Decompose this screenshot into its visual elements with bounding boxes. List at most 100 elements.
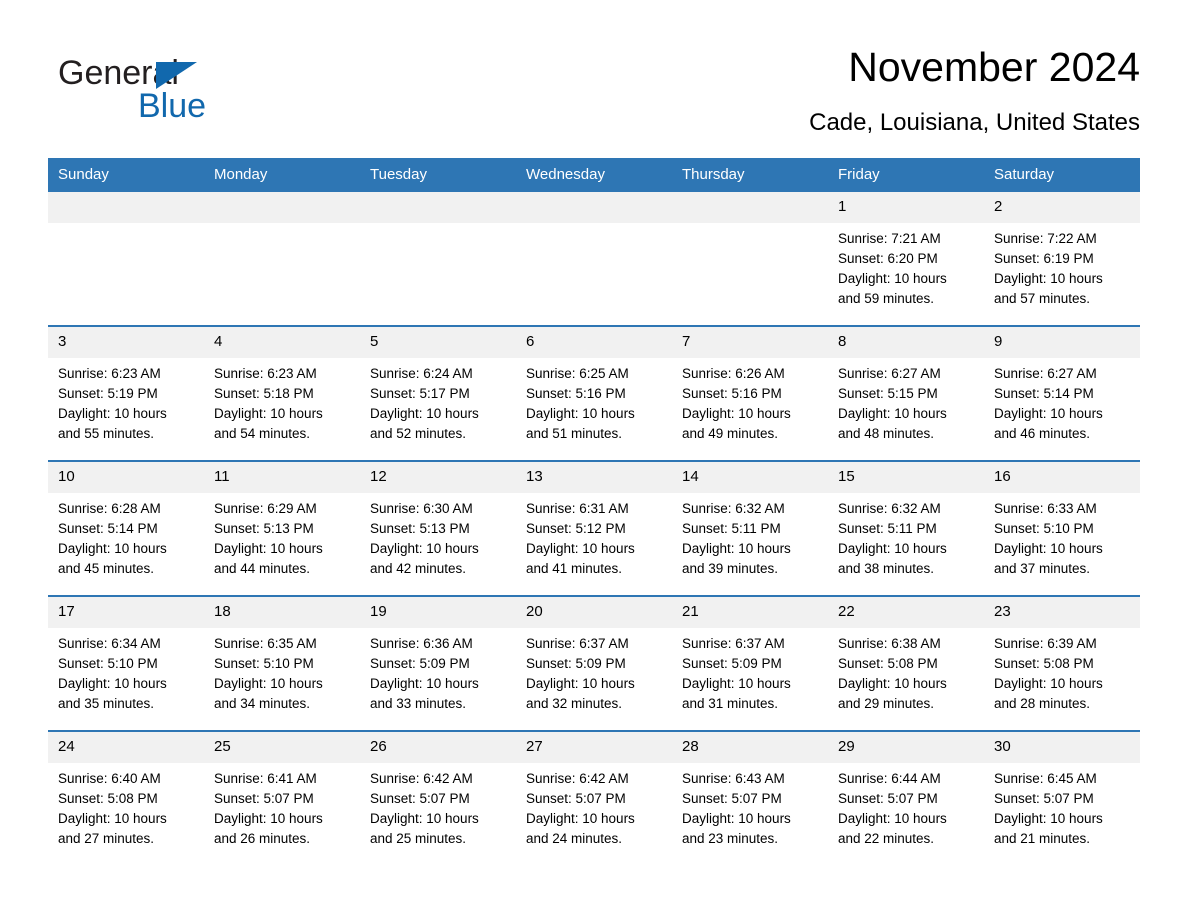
day-number: 29 xyxy=(828,732,984,763)
calendar-day-cell[interactable]: 18 Sunrise: 6:35 AM Sunset: 5:10 PM Dayligh… xyxy=(204,595,360,731)
sunset-text: Sunset: 5:17 PM xyxy=(370,386,470,401)
day-number: 13 xyxy=(516,462,672,493)
sunrise-text: Sunrise: 6:31 AM xyxy=(526,501,629,516)
daylight-text-line2: and 38 minutes. xyxy=(838,561,935,576)
daylight-text-line2: and 49 minutes. xyxy=(682,426,779,441)
daylight-text-line1: Daylight: 10 hours xyxy=(58,406,167,421)
calendar-day-cell[interactable]: 8 Sunrise: 6:27 AM Sunset: 5:15 PM Daylight… xyxy=(828,325,984,461)
calendar-day-cell[interactable]: 23 Sunrise: 6:39 AM Sunset: 5:08 PM Dayligh… xyxy=(984,595,1140,731)
calendar-day-cell-empty xyxy=(360,192,516,326)
daylight-text-line1: Daylight: 10 hours xyxy=(526,676,635,691)
calendar-day-cell[interactable]: 6 Sunrise: 6:25 AM Sunset: 5:16 PM Daylight… xyxy=(516,325,672,461)
daylight-text-line2: and 41 minutes. xyxy=(526,561,623,576)
sunrise-text: Sunrise: 6:29 AM xyxy=(214,501,317,516)
calendar-day-cell[interactable]: 30 Sunrise: 6:45 AM Sunset: 5:07 PM Dayligh… xyxy=(984,730,1140,865)
calendar-day-cell[interactable]: 12 Sunrise: 6:30 AM Sunset: 5:13 PM Dayligh… xyxy=(360,460,516,596)
calendar-day-cell[interactable]: 28 Sunrise: 6:43 AM Sunset: 5:07 PM Dayligh… xyxy=(672,730,828,865)
sunset-text: Sunset: 5:16 PM xyxy=(526,386,626,401)
calendar-day-cell[interactable]: 7 Sunrise: 6:26 AM Sunset: 5:16 PM Daylight… xyxy=(672,325,828,461)
weekday-header-tuesday: Tuesday xyxy=(360,158,516,192)
daylight-text-line2: and 27 minutes. xyxy=(58,831,155,846)
calendar-day-cell[interactable]: 11 Sunrise: 6:29 AM Sunset: 5:13 PM Dayligh… xyxy=(204,460,360,596)
calendar-day-cell[interactable]: 10 Sunrise: 6:28 AM Sunset: 5:14 PM Dayligh… xyxy=(48,460,204,596)
sunrise-text: Sunrise: 6:36 AM xyxy=(370,636,473,651)
daylight-text-line1: Daylight: 10 hours xyxy=(370,406,479,421)
day-details: Sunrise: 6:27 AM Sunset: 5:14 PM Daylight:… xyxy=(984,358,1140,444)
sunrise-text: Sunrise: 6:40 AM xyxy=(58,771,161,786)
daylight-text-line2: and 31 minutes. xyxy=(682,696,779,711)
daylight-text-line2: and 33 minutes. xyxy=(370,696,467,711)
sunset-text: Sunset: 5:07 PM xyxy=(838,791,938,806)
weekday-header-saturday: Saturday xyxy=(984,158,1140,192)
sunrise-text: Sunrise: 6:26 AM xyxy=(682,366,785,381)
day-number: 21 xyxy=(672,597,828,628)
day-details: Sunrise: 6:44 AM Sunset: 5:07 PM Daylight:… xyxy=(828,763,984,849)
calendar-day-cell[interactable]: 29 Sunrise: 6:44 AM Sunset: 5:07 PM Dayligh… xyxy=(828,730,984,865)
daylight-text-line2: and 21 minutes. xyxy=(994,831,1091,846)
day-details: Sunrise: 6:35 AM Sunset: 5:10 PM Daylight:… xyxy=(204,628,360,714)
sunrise-text: Sunrise: 6:27 AM xyxy=(838,366,941,381)
calendar-day-cell[interactable]: 21 Sunrise: 6:37 AM Sunset: 5:09 PM Dayligh… xyxy=(672,595,828,731)
general-blue-logo[interactable]: General Blue xyxy=(58,54,258,125)
sunset-text: Sunset: 5:07 PM xyxy=(370,791,470,806)
calendar-day-cell[interactable]: 27 Sunrise: 6:42 AM Sunset: 5:07 PM Dayligh… xyxy=(516,730,672,865)
day-number: 30 xyxy=(984,732,1140,763)
daylight-text-line1: Daylight: 10 hours xyxy=(838,676,947,691)
calendar-day-cell[interactable]: 20 Sunrise: 6:37 AM Sunset: 5:09 PM Dayligh… xyxy=(516,595,672,731)
day-details: Sunrise: 7:21 AM Sunset: 6:20 PM Daylight:… xyxy=(828,223,984,309)
page-header: General Blue November 2024 Cade, Louisia… xyxy=(48,42,1140,142)
calendar-day-cell[interactable]: 14 Sunrise: 6:32 AM Sunset: 5:11 PM Dayligh… xyxy=(672,460,828,596)
day-details: Sunrise: 6:27 AM Sunset: 5:15 PM Daylight:… xyxy=(828,358,984,444)
day-details: Sunrise: 6:31 AM Sunset: 5:12 PM Daylight:… xyxy=(516,493,672,579)
calendar-day-cell[interactable]: 26 Sunrise: 6:42 AM Sunset: 5:07 PM Dayligh… xyxy=(360,730,516,865)
daylight-text-line1: Daylight: 10 hours xyxy=(58,541,167,556)
day-number: 2 xyxy=(984,192,1140,223)
calendar-day-cell[interactable]: 22 Sunrise: 6:38 AM Sunset: 5:08 PM Dayligh… xyxy=(828,595,984,731)
sunset-text: Sunset: 5:10 PM xyxy=(58,656,158,671)
calendar-day-cell[interactable]: 24 Sunrise: 6:40 AM Sunset: 5:08 PM Dayligh… xyxy=(48,730,204,865)
daylight-text-line1: Daylight: 10 hours xyxy=(58,676,167,691)
daylight-text-line2: and 48 minutes. xyxy=(838,426,935,441)
weekday-header-thursday: Thursday xyxy=(672,158,828,192)
daylight-text-line2: and 44 minutes. xyxy=(214,561,311,576)
sunrise-sunset-calendar: Sunday Monday Tuesday Wednesday Thursday… xyxy=(48,158,1140,865)
daylight-text-line1: Daylight: 10 hours xyxy=(370,676,479,691)
calendar-day-cell[interactable]: 13 Sunrise: 6:31 AM Sunset: 5:12 PM Dayligh… xyxy=(516,460,672,596)
daylight-text-line1: Daylight: 10 hours xyxy=(838,271,947,286)
daylight-text-line1: Daylight: 10 hours xyxy=(994,541,1103,556)
calendar-day-cell[interactable]: 4 Sunrise: 6:23 AM Sunset: 5:18 PM Daylight… xyxy=(204,325,360,461)
day-number: 12 xyxy=(360,462,516,493)
calendar-day-cell[interactable]: 16 Sunrise: 6:33 AM Sunset: 5:10 PM Dayligh… xyxy=(984,460,1140,596)
calendar-day-cell[interactable]: 3 Sunrise: 6:23 AM Sunset: 5:19 PM Daylight… xyxy=(48,325,204,461)
daylight-text-line2: and 37 minutes. xyxy=(994,561,1091,576)
calendar-week-row: 17 Sunrise: 6:34 AM Sunset: 5:10 PM Dayligh… xyxy=(48,595,1140,731)
calendar-day-cell[interactable]: 1 Sunrise: 7:21 AM Sunset: 6:20 PM Daylight… xyxy=(828,192,984,326)
calendar-body: 1 Sunrise: 7:21 AM Sunset: 6:20 PM Daylight… xyxy=(48,192,1140,865)
daylight-text-line2: and 42 minutes. xyxy=(370,561,467,576)
sunrise-text: Sunrise: 6:24 AM xyxy=(370,366,473,381)
calendar-day-cell[interactable]: 19 Sunrise: 6:36 AM Sunset: 5:09 PM Dayligh… xyxy=(360,595,516,731)
sunset-text: Sunset: 6:20 PM xyxy=(838,251,938,266)
day-details: Sunrise: 6:39 AM Sunset: 5:08 PM Daylight:… xyxy=(984,628,1140,714)
daylight-text-line1: Daylight: 10 hours xyxy=(682,541,791,556)
calendar-day-cell[interactable]: 17 Sunrise: 6:34 AM Sunset: 5:10 PM Dayligh… xyxy=(48,595,204,731)
calendar-day-cell[interactable]: 15 Sunrise: 6:32 AM Sunset: 5:11 PM Dayligh… xyxy=(828,460,984,596)
calendar-day-cell-empty xyxy=(516,192,672,326)
calendar-day-cell[interactable]: 25 Sunrise: 6:41 AM Sunset: 5:07 PM Dayligh… xyxy=(204,730,360,865)
calendar-day-cell[interactable]: 9 Sunrise: 6:27 AM Sunset: 5:14 PM Daylight… xyxy=(984,325,1140,461)
daylight-text-line1: Daylight: 10 hours xyxy=(214,811,323,826)
daylight-text-line2: and 22 minutes. xyxy=(838,831,935,846)
calendar-day-cell[interactable]: 5 Sunrise: 6:24 AM Sunset: 5:17 PM Daylight… xyxy=(360,325,516,461)
sunset-text: Sunset: 5:19 PM xyxy=(58,386,158,401)
daylight-text-line2: and 34 minutes. xyxy=(214,696,311,711)
daylight-text-line2: and 52 minutes. xyxy=(370,426,467,441)
daylight-text-line2: and 55 minutes. xyxy=(58,426,155,441)
sunrise-text: Sunrise: 6:42 AM xyxy=(526,771,629,786)
day-number: 14 xyxy=(672,462,828,493)
sunset-text: Sunset: 5:07 PM xyxy=(214,791,314,806)
weekday-header-sunday: Sunday xyxy=(48,158,204,192)
calendar-day-cell[interactable]: 2 Sunrise: 7:22 AM Sunset: 6:19 PM Daylight… xyxy=(984,192,1140,326)
sunset-text: Sunset: 5:18 PM xyxy=(214,386,314,401)
calendar-week-row: 3 Sunrise: 6:23 AM Sunset: 5:19 PM Daylight… xyxy=(48,325,1140,461)
calendar-day-cell-empty xyxy=(48,192,204,326)
